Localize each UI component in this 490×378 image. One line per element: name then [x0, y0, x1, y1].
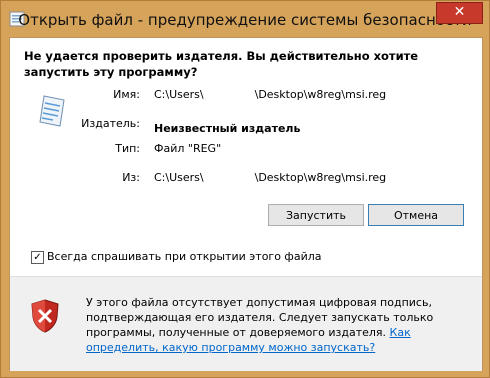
warning-text: У этого файла отсутствует допустимая циф…: [86, 295, 466, 355]
publisher-label: Издатель:: [81, 117, 140, 130]
from-value-start: C:\Users\: [154, 171, 204, 184]
name-value: C:\Users\ \Desktop\w8reg\msi.reg: [154, 88, 386, 101]
warning-message: У этого файла отсутствует допустимая циф…: [86, 296, 434, 339]
close-button[interactable]: ✕: [436, 2, 483, 24]
run-button[interactable]: Запустить: [268, 204, 364, 226]
name-label: Имя:: [113, 88, 140, 101]
from-label: Из:: [122, 171, 140, 184]
publisher-value: Неизвестный издатель: [154, 122, 301, 135]
from-value: C:\Users\ \Desktop\w8reg\msi.reg: [154, 171, 386, 184]
header-question: Не удается проверить издателя. Вы действ…: [24, 49, 419, 79]
cancel-button[interactable]: Отмена: [368, 204, 464, 226]
title-bar: Открыть файл - предупреждение системы бе…: [1, 1, 489, 37]
dialog-content: Не удается проверить издателя. Вы действ…: [9, 37, 483, 371]
type-label: Тип:: [115, 142, 140, 155]
type-value: Файл "REG": [154, 142, 222, 155]
security-warning-dialog: Открыть файл - предупреждение системы бе…: [0, 0, 490, 378]
name-value-start: C:\Users\: [154, 88, 204, 101]
warning-panel: У этого файла отсутствует допустимая циф…: [10, 276, 482, 371]
always-ask-checkbox[interactable]: ✓: [31, 251, 44, 264]
name-value-end: \Desktop\w8reg\msi.reg: [254, 88, 387, 101]
window-title: Открыть файл - предупреждение системы бе…: [18, 11, 472, 29]
security-shield-icon: [30, 299, 60, 333]
from-value-end: \Desktop\w8reg\msi.reg: [254, 171, 387, 184]
always-ask-label[interactable]: Всегда спрашивать при открытии этого фай…: [47, 250, 322, 263]
